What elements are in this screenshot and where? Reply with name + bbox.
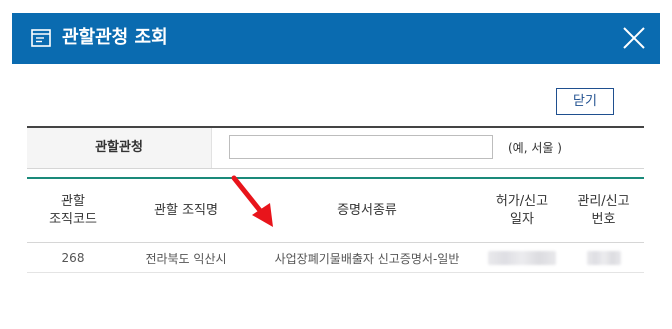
cell-org-code: 268	[61, 251, 85, 265]
header-org-code-line1: 관할	[61, 194, 85, 209]
header-org-code: 관할 조직코드	[27, 179, 119, 243]
search-hint: (예, 서울 )	[508, 141, 562, 155]
header-permit-date-line1: 허가/신고	[495, 194, 549, 209]
search-form: 관할관청 (예, 서울 )	[27, 126, 644, 169]
lookup-dialog: 관할관청 조회 닫기 관할관청 (예, 서울 ) 관할 조직코드 관할 조직명 …	[12, 13, 660, 315]
header-mgmt-no: 관리/신고 번호	[563, 179, 644, 243]
cell-cert-type: 사업장폐기물배출자 신고증명서-일반	[274, 251, 460, 266]
cell-org-name: 전라북도 익산시	[145, 251, 227, 266]
dialog-titlebar: 관할관청 조회	[12, 13, 660, 64]
search-label: 관할관청	[27, 128, 212, 168]
red-arrow-annotation	[231, 175, 273, 227]
result-table: 관할 조직코드 관할 조직명 증명서종류 허가/신고 일자 관리/신고 번호 2…	[27, 177, 644, 273]
header-mgmt-no-line2: 번호	[591, 212, 616, 227]
close-button[interactable]: 닫기	[556, 88, 614, 115]
search-input[interactable]	[229, 135, 493, 159]
redacted-block	[488, 251, 556, 265]
header-mgmt-no-line1: 관리/신고	[577, 194, 630, 209]
header-org-code-line2: 조직코드	[49, 212, 97, 227]
cell-mgmt-no-redacted	[563, 243, 644, 273]
dialog-content: 닫기 관할관청 (예, 서울 ) 관할 조직코드 관할 조직명 증명서종류 허가…	[12, 64, 660, 315]
redacted-block	[586, 251, 621, 265]
cell-permit-date-redacted	[481, 243, 563, 273]
table-header: 관할 조직코드 관할 조직명 증명서종류 허가/신고 일자 관리/신고 번호	[27, 179, 644, 243]
window-icon	[31, 29, 51, 47]
close-icon[interactable]	[621, 25, 647, 51]
table-row[interactable]: 268 전라북도 익산시 사업장폐기물배출자 신고증명서-일반	[27, 243, 644, 273]
header-cert-type: 증명서종류	[337, 203, 397, 218]
dialog-title: 관할관청 조회	[62, 27, 168, 48]
header-permit-date: 허가/신고 일자	[481, 179, 563, 243]
header-permit-date-line2: 일자	[510, 212, 534, 227]
